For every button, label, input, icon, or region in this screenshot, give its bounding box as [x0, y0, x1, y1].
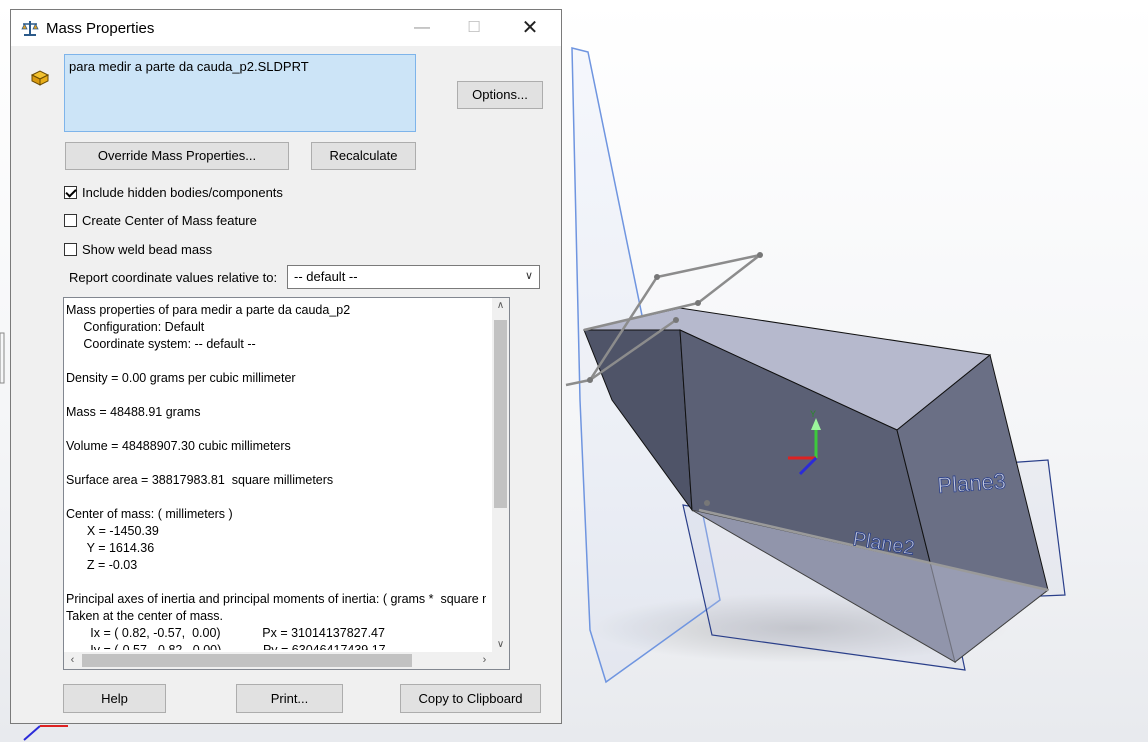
help-button[interactable]: Help [63, 684, 166, 713]
sketch-point[interactable] [704, 500, 710, 506]
checkbox-unchecked[interactable] [64, 242, 77, 256]
maximize-button[interactable]: ☐ [451, 10, 497, 46]
scale-icon [21, 21, 39, 36]
title-bar[interactable]: Mass Properties — ☐ ✕ [11, 10, 561, 46]
part-icon [30, 70, 50, 86]
create-center-of-mass-checkbox[interactable]: Create Center of Mass feature [64, 211, 257, 229]
horizontal-scroll-thumb[interactable] [82, 654, 412, 667]
recalculate-button[interactable]: Recalculate [311, 142, 416, 170]
selected-items-list[interactable]: para medir a parte da cauda_p2.SLDPRT [64, 54, 416, 132]
selected-file-name[interactable]: para medir a parte da cauda_p2.SLDPRT [69, 59, 309, 74]
checkbox-checked[interactable] [64, 185, 77, 199]
scroll-up-arrow-icon[interactable]: ∧ [492, 300, 509, 311]
vertical-scrollbar[interactable]: ∧ ∨ [492, 298, 509, 652]
view-orientation-icon [23, 725, 68, 741]
checkbox-label[interactable]: Create Center of Mass feature [82, 213, 257, 228]
checkbox-label[interactable]: Include hidden bodies/components [82, 185, 283, 200]
vertical-scroll-thumb[interactable] [494, 320, 507, 508]
scroll-right-arrow-icon[interactable]: › [476, 652, 493, 669]
options-button[interactable]: Options... [457, 81, 543, 109]
chevron-down-icon[interactable]: ∨ [525, 269, 533, 282]
sketch-point[interactable] [673, 317, 679, 323]
horizontal-scrollbar[interactable]: ‹ › [64, 652, 493, 669]
sketch-point[interactable] [587, 377, 593, 383]
checkbox-label[interactable]: Show weld bead mass [82, 242, 212, 257]
report-coordinate-label: Report coordinate values relative to: [69, 270, 278, 285]
sketch-point[interactable] [654, 274, 660, 280]
dropdown-value: -- default -- [294, 269, 358, 284]
include-hidden-bodies-checkbox[interactable]: Include hidden bodies/components [64, 183, 283, 201]
panel-edge [0, 332, 5, 384]
copy-to-clipboard-button[interactable]: Copy to Clipboard [400, 684, 541, 713]
minimize-button[interactable]: — [399, 10, 445, 46]
mass-properties-dialog: Mass Properties — ☐ ✕ para medir a parte… [10, 9, 562, 724]
scrollbar-corner [492, 652, 509, 669]
results-text[interactable]: Mass properties of para medir a parte da… [66, 302, 486, 650]
override-mass-properties-button[interactable]: Override Mass Properties... [65, 142, 289, 170]
coordinate-system-dropdown[interactable]: -- default -- ∨ [287, 265, 540, 289]
scroll-down-arrow-icon[interactable]: ∨ [492, 639, 509, 650]
checkbox-unchecked[interactable] [64, 213, 77, 227]
dialog-title: Mass Properties [46, 20, 155, 37]
print-button[interactable]: Print... [236, 684, 343, 713]
mass-properties-results[interactable]: Mass properties of para medir a parte da… [63, 297, 510, 670]
scroll-left-arrow-icon[interactable]: ‹ [64, 652, 81, 669]
sketch-point[interactable] [757, 252, 763, 258]
close-button[interactable]: ✕ [507, 10, 553, 46]
sketch-point[interactable] [695, 300, 701, 306]
triad-y-label: Y [810, 409, 816, 419]
plane3-label[interactable]: Plane3 [936, 468, 1007, 499]
show-weld-bead-mass-checkbox[interactable]: Show weld bead mass [64, 240, 212, 258]
